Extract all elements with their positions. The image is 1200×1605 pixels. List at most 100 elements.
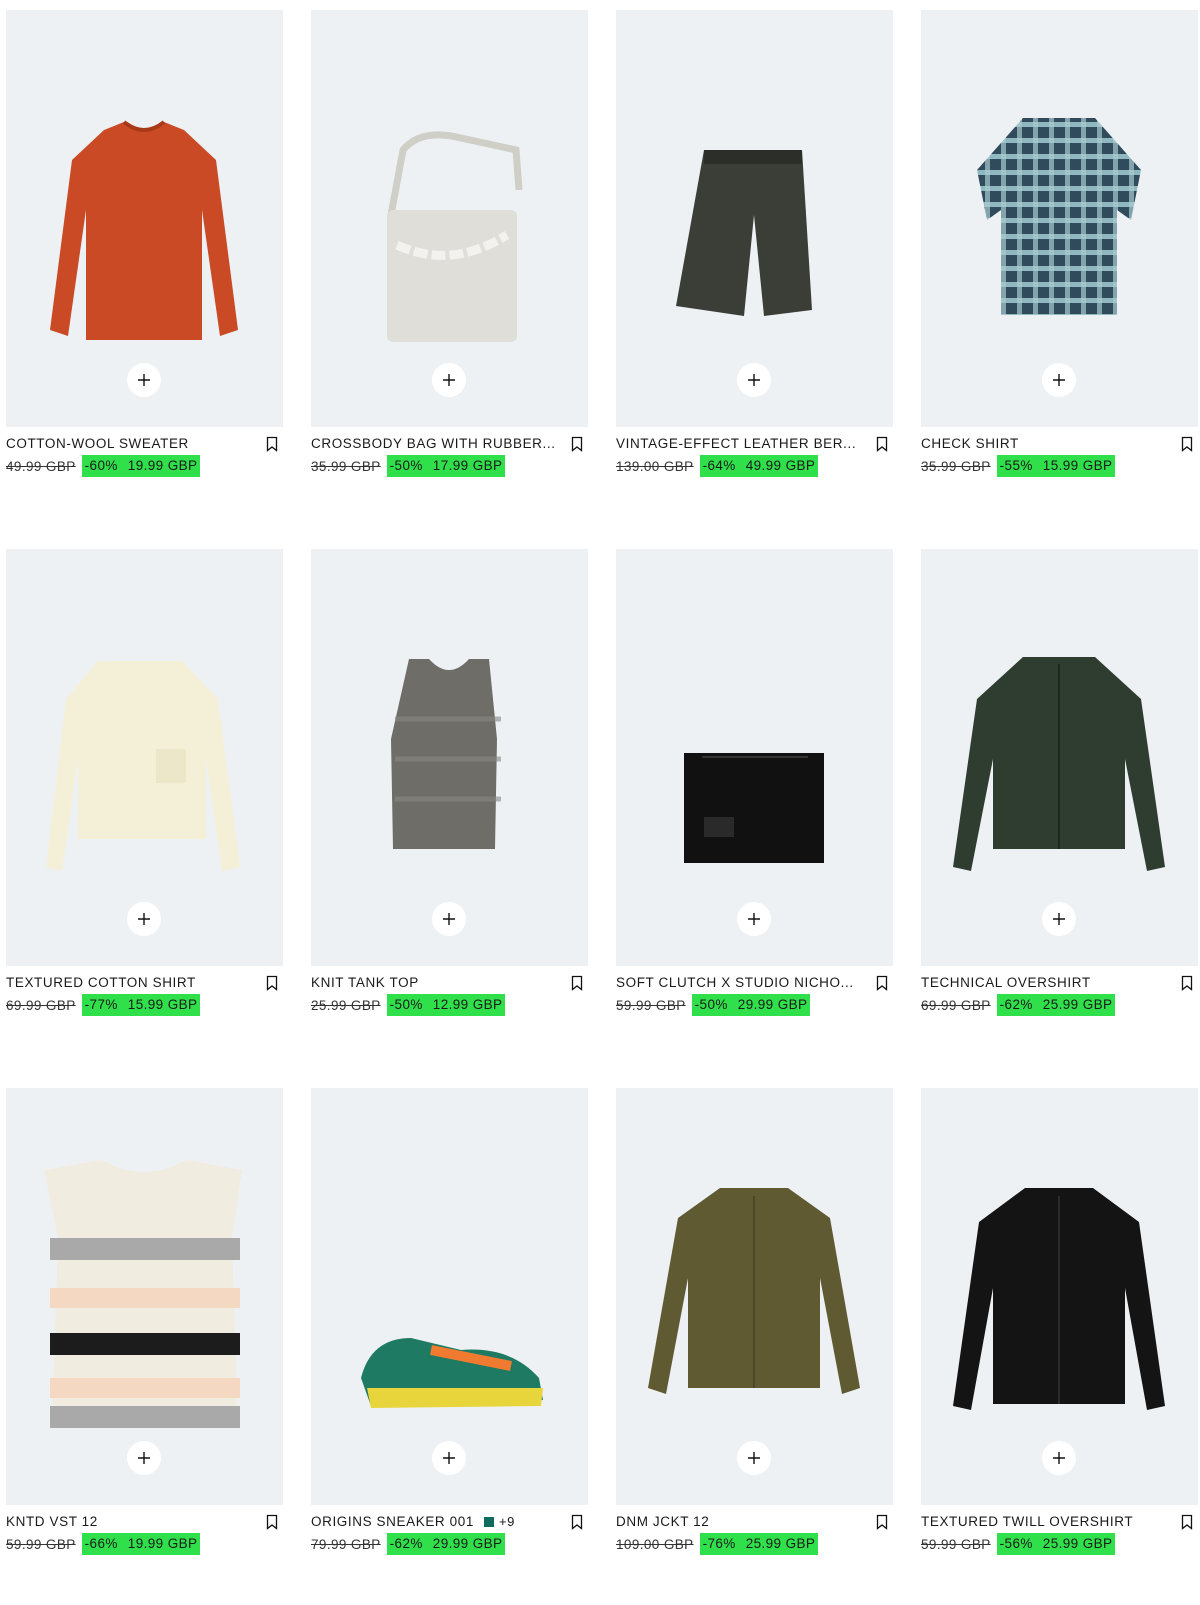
original-price: 59.99 GBP <box>921 1536 991 1552</box>
product-image[interactable] <box>311 10 588 427</box>
sale-price: 29.99 GBP <box>432 1536 503 1551</box>
product-image[interactable] <box>6 1088 283 1505</box>
sale-price: 15.99 GBP <box>1042 458 1113 473</box>
bookmark-icon[interactable] <box>571 975 583 991</box>
plus-icon <box>138 913 150 925</box>
sale-price: 29.99 GBP <box>737 997 808 1012</box>
discount-percent: -64% <box>702 458 736 473</box>
product-card[interactable]: ORIGINS SNEAKER 001 +9 79.99 GBP -62% 29.… <box>311 1088 588 1605</box>
add-to-cart-button[interactable] <box>737 363 771 397</box>
original-price: 79.99 GBP <box>311 1536 381 1552</box>
discount-percent: -77% <box>84 997 118 1012</box>
sale-badge: -62% 25.99 GBP <box>996 994 1116 1016</box>
product-name-text: ORIGINS SNEAKER 001 <box>311 1514 474 1529</box>
discount-percent: -50% <box>389 997 423 1012</box>
product-image[interactable] <box>921 549 1198 966</box>
product-image[interactable] <box>6 549 283 966</box>
product-card[interactable]: KNTD VST 12 59.99 GBP -66% 19.99 GBP <box>6 1088 283 1605</box>
bookmark-icon[interactable] <box>1181 1514 1193 1530</box>
product-image[interactable] <box>921 10 1198 427</box>
discount-percent: -62% <box>999 997 1033 1012</box>
product-name[interactable]: COTTON-WOOL SWEATER <box>6 434 189 454</box>
product-name[interactable]: CHECK SHIRT <box>921 434 1019 454</box>
original-price: 139.00 GBP <box>616 458 694 474</box>
original-price: 35.99 GBP <box>921 458 991 474</box>
plus-icon <box>1053 374 1065 386</box>
add-to-cart-button[interactable] <box>1042 902 1076 936</box>
product-image[interactable] <box>616 1088 893 1505</box>
product-name[interactable]: TEXTURED COTTON SHIRT <box>6 973 196 993</box>
bookmark-icon[interactable] <box>266 436 278 452</box>
sale-badge: -60% 19.99 GBP <box>81 455 201 477</box>
product-image[interactable] <box>616 549 893 966</box>
discount-percent: -50% <box>389 458 423 473</box>
color-swatch[interactable] <box>483 1517 494 1527</box>
bookmark-icon[interactable] <box>266 975 278 991</box>
bookmark-icon[interactable] <box>1181 975 1193 991</box>
product-image[interactable] <box>311 549 588 966</box>
bookmark-icon[interactable] <box>876 1514 888 1530</box>
discount-percent: -60% <box>84 458 118 473</box>
discount-percent: -55% <box>999 458 1033 473</box>
plus-icon <box>138 1452 150 1464</box>
add-to-cart-button[interactable] <box>737 902 771 936</box>
product-image[interactable] <box>311 1088 588 1505</box>
bookmark-icon[interactable] <box>571 436 583 452</box>
more-colors-count[interactable]: +9 <box>499 1512 515 1532</box>
product-grid: COTTON-WOOL SWEATER 49.99 GBP -60% 19.99 … <box>6 10 1198 1605</box>
add-to-cart-button[interactable] <box>432 363 466 397</box>
sale-badge: -77% 15.99 GBP <box>81 994 201 1016</box>
original-price: 109.00 GBP <box>616 1536 694 1552</box>
product-card[interactable]: KNIT TANK TOP 25.99 GBP -50% 12.99 GBP <box>311 549 588 1066</box>
plus-icon <box>748 913 760 925</box>
discount-percent: -62% <box>389 1536 423 1551</box>
discount-percent: -56% <box>999 1536 1033 1551</box>
product-card[interactable]: CHECK SHIRT 35.99 GBP -55% 15.99 GBP <box>921 10 1198 527</box>
bookmark-icon[interactable] <box>876 436 888 452</box>
product-name[interactable]: TEXTURED TWILL OVERSHIRT <box>921 1512 1133 1532</box>
product-card[interactable]: TEXTURED TWILL OVERSHIRT 59.99 GBP -56% 2… <box>921 1088 1198 1605</box>
bookmark-icon[interactable] <box>266 1514 278 1530</box>
sale-badge: -64% 49.99 GBP <box>699 455 819 477</box>
original-price: 69.99 GBP <box>921 997 991 1013</box>
product-card[interactable]: VINTAGE-EFFECT LEATHER BER... 139.00 GBP… <box>616 10 893 527</box>
product-name[interactable]: CROSSBODY BAG WITH RUBBER... <box>311 434 556 454</box>
add-to-cart-button[interactable] <box>737 1441 771 1475</box>
bookmark-icon[interactable] <box>876 975 888 991</box>
plus-icon <box>748 1452 760 1464</box>
sale-badge: -50% 17.99 GBP <box>386 455 506 477</box>
add-to-cart-button[interactable] <box>1042 1441 1076 1475</box>
product-image[interactable] <box>616 10 893 427</box>
product-image[interactable] <box>921 1088 1198 1505</box>
product-name[interactable]: SOFT CLUTCH X STUDIO NICHO... <box>616 973 854 993</box>
product-card[interactable]: TEXTURED COTTON SHIRT 69.99 GBP -77% 15.9… <box>6 549 283 1066</box>
product-name[interactable]: DNM JCKT 12 <box>616 1512 709 1532</box>
sale-badge: -62% 29.99 GBP <box>386 1533 506 1555</box>
add-to-cart-button[interactable] <box>432 1441 466 1475</box>
product-name[interactable]: KNTD VST 12 <box>6 1512 98 1532</box>
sale-badge: -55% 15.99 GBP <box>996 455 1116 477</box>
add-to-cart-button[interactable] <box>127 1441 161 1475</box>
discount-percent: -50% <box>694 997 728 1012</box>
product-name[interactable]: ORIGINS SNEAKER 001 +9 <box>311 1512 515 1532</box>
product-card[interactable]: COTTON-WOOL SWEATER 49.99 GBP -60% 19.99 … <box>6 10 283 527</box>
add-to-cart-button[interactable] <box>432 902 466 936</box>
product-image[interactable] <box>6 10 283 427</box>
add-to-cart-button[interactable] <box>127 363 161 397</box>
product-card[interactable]: TECHNICAL OVERSHIRT 69.99 GBP -62% 25.99 … <box>921 549 1198 1066</box>
add-to-cart-button[interactable] <box>127 902 161 936</box>
original-price: 49.99 GBP <box>6 458 76 474</box>
product-name[interactable]: KNIT TANK TOP <box>311 973 419 993</box>
bookmark-icon[interactable] <box>1181 436 1193 452</box>
original-price: 69.99 GBP <box>6 997 76 1013</box>
product-card[interactable]: SOFT CLUTCH X STUDIO NICHO... 59.99 GBP … <box>616 549 893 1066</box>
product-card[interactable]: CROSSBODY BAG WITH RUBBER... 35.99 GBP -… <box>311 10 588 527</box>
product-name[interactable]: TECHNICAL OVERSHIRT <box>921 973 1091 993</box>
add-to-cart-button[interactable] <box>1042 363 1076 397</box>
sale-price: 25.99 GBP <box>1042 1536 1113 1551</box>
product-card[interactable]: DNM JCKT 12 109.00 GBP -76% 25.99 GBP <box>616 1088 893 1605</box>
sale-price: 49.99 GBP <box>745 458 816 473</box>
sale-badge: -50% 12.99 GBP <box>386 994 506 1016</box>
bookmark-icon[interactable] <box>571 1514 583 1530</box>
product-name[interactable]: VINTAGE-EFFECT LEATHER BER... <box>616 434 856 454</box>
